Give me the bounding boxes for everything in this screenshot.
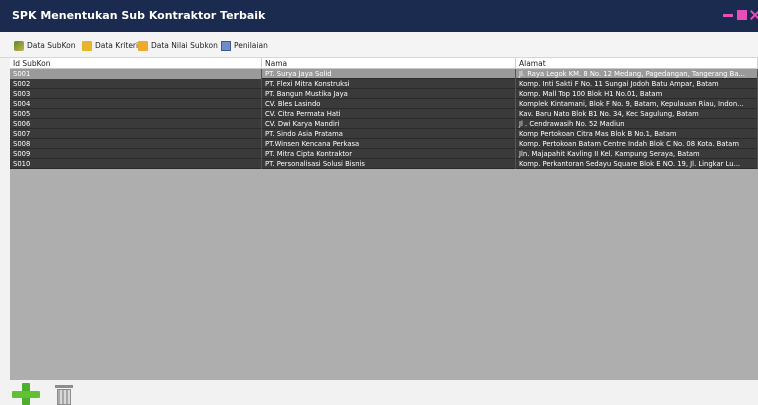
cell-alamat: Komp. Perkantoran Sedayu Square Blok E N…	[516, 159, 758, 169]
cell-id: S002	[10, 79, 262, 89]
cell-id: S008	[10, 139, 262, 149]
cell-id: S003	[10, 89, 262, 99]
cell-alamat: Jln. Majapahit Kavling II Kel. Kampung S…	[516, 149, 758, 159]
subkon-icon	[14, 40, 24, 51]
table-row[interactable]: S009 PT. Mitra Cipta Kontraktor Jln. Maj…	[10, 149, 758, 159]
add-button[interactable]	[12, 383, 40, 405]
table-row[interactable]: S004 CV. Bles Lasindo Komplek Kintamani,…	[10, 99, 758, 109]
delete-button[interactable]	[54, 383, 74, 405]
cell-nama: PT.Winsen Kencana Perkasa	[262, 139, 516, 149]
document-icon	[221, 40, 231, 51]
cell-nama: CV. Dwi Karya Mandiri	[262, 119, 516, 129]
menu-penilaian[interactable]: Penilaian	[221, 39, 268, 52]
column-header-id[interactable]: Id SubKon	[10, 58, 262, 69]
menu-label: Data Nilai Subkon	[151, 41, 218, 50]
cell-nama: PT. Bangun Mustika Jaya	[262, 89, 516, 99]
cell-alamat: Komp. Inti Sakti F No. 11 Sungai Jodoh B…	[516, 79, 758, 89]
cell-alamat: Komp. Mall Top 100 Blok H1 No.01, Batam	[516, 89, 758, 99]
table-row[interactable]: S002 PT. Flexi Mitra Konstruksi Komp. In…	[10, 79, 758, 89]
cell-alamat: Jl . Cendrawasih No. 52 Madiun	[516, 119, 758, 129]
column-header-nama[interactable]: Nama	[262, 58, 516, 69]
table-row[interactable]: S005 CV. Citra Permata Hati Kav. Baru Na…	[10, 109, 758, 119]
cell-id: S001	[10, 69, 262, 79]
cell-nama: CV. Citra Permata Hati	[262, 109, 516, 119]
cell-id: S009	[10, 149, 262, 159]
menu-data-kriteria[interactable]: Data Kriteria	[82, 39, 143, 52]
menu-data-subkon[interactable]: Data SubKon	[14, 39, 75, 52]
window-title: SPK Menentukan Sub Kontraktor Terbaik	[12, 9, 266, 22]
cell-alamat: Komp Pertokoan Citra Mas Blok B No.1, Ba…	[516, 129, 758, 139]
toolbar: Data SubKon Data Kriteria Data Nilai Sub…	[0, 32, 758, 58]
subkon-table[interactable]: Id SubKon Nama Alamat S001 PT. Surya Jay…	[10, 58, 758, 380]
cell-nama: PT. Surya Jaya Solid	[262, 69, 516, 79]
cell-alamat: Komplek Kintamani, Blok F No. 9, Batam, …	[516, 99, 758, 109]
table-row[interactable]: S001 PT. Surya Jaya Solid Jl. Raya Legok…	[10, 69, 758, 79]
column-header-alamat[interactable]: Alamat	[516, 58, 758, 69]
cell-alamat: Komp. Pertokoan Batam Centre Indah Blok …	[516, 139, 758, 149]
cell-id: S005	[10, 109, 262, 119]
action-bar	[0, 380, 758, 405]
maximize-button[interactable]	[737, 10, 747, 20]
title-bar: SPK Menentukan Sub Kontraktor Terbaik	[0, 0, 758, 32]
table-row[interactable]: S010 PT. Personalisasi Solusi Bisnis Kom…	[10, 159, 758, 169]
cell-alamat: Kav. Baru Nato Blok B1 No. 34, Kec Sagul…	[516, 109, 758, 119]
menu-data-nilai-subkon[interactable]: Data Nilai Subkon	[138, 39, 218, 52]
app-window: SPK Menentukan Sub Kontraktor Terbaik Da…	[0, 0, 758, 405]
cell-nama: PT. Flexi Mitra Konstruksi	[262, 79, 516, 89]
table-row[interactable]: S006 CV. Dwi Karya Mandiri Jl . Cendrawa…	[10, 119, 758, 129]
cell-id: S007	[10, 129, 262, 139]
cell-nama: PT. Sindo Asia Pratama	[262, 129, 516, 139]
cell-nama: PT. Mitra Cipta Kontraktor	[262, 149, 516, 159]
cell-alamat: Jl. Raya Legok KM. 8 No. 12 Medang, Page…	[516, 69, 758, 79]
table-header: Id SubKon Nama Alamat	[10, 58, 758, 69]
cell-id: S010	[10, 159, 262, 169]
menu-label: Penilaian	[234, 41, 268, 50]
table-row[interactable]: S003 PT. Bangun Mustika Jaya Komp. Mall …	[10, 89, 758, 99]
menu-label: Data SubKon	[27, 41, 76, 50]
table-body: S001 PT. Surya Jaya Solid Jl. Raya Legok…	[10, 69, 758, 169]
folder-icon	[82, 40, 92, 51]
cell-id: S006	[10, 119, 262, 129]
minimize-button[interactable]	[723, 14, 733, 17]
cell-id: S004	[10, 99, 262, 109]
close-button[interactable]	[751, 10, 758, 20]
table-row[interactable]: S008 PT.Winsen Kencana Perkasa Komp. Per…	[10, 139, 758, 149]
cell-nama: PT. Personalisasi Solusi Bisnis	[262, 159, 516, 169]
table-row[interactable]: S007 PT. Sindo Asia Pratama Komp Pertoko…	[10, 129, 758, 139]
menu-label: Data Kriteria	[95, 41, 143, 50]
cell-nama: CV. Bles Lasindo	[262, 99, 516, 109]
folder-icon	[138, 40, 148, 51]
